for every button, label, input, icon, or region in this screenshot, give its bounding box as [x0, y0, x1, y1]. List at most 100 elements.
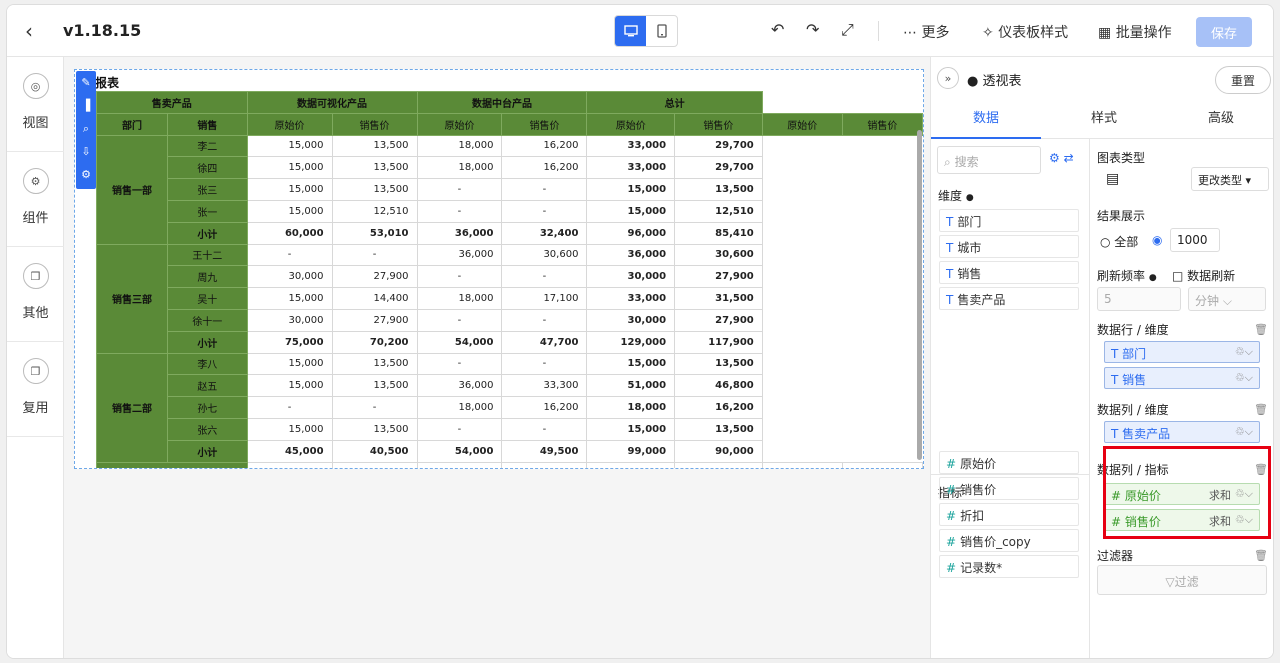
batch-ops-label: 批量操作 — [1115, 25, 1172, 41]
name-cell: 赵五 — [167, 374, 248, 398]
more-label: 更多 — [921, 25, 950, 41]
name-cell: 张六 — [167, 417, 248, 441]
value-cell: 30,000 — [246, 308, 333, 332]
grand-total-row: 总计 — [96, 461, 923, 468]
back-arrow-icon[interactable]: ‹ — [25, 19, 33, 43]
value-cell: 13,500 — [674, 417, 763, 441]
name-cell: 李八 — [167, 352, 248, 376]
result-count-input[interactable]: 1000 — [1170, 228, 1220, 252]
export-icon[interactable]: ⇩ — [76, 140, 96, 163]
name-cell: 徐四 — [167, 156, 248, 180]
filter-dropzone[interactable]: ▽过滤 — [1097, 565, 1267, 595]
header-row: 售卖产品 数据可视化产品 数据中台产品 总计 — [96, 91, 923, 114]
mobile-view-icon[interactable] — [646, 16, 677, 46]
sidebar-item-label: 组件 — [22, 211, 49, 226]
reset-button[interactable]: 重置 — [1215, 66, 1271, 94]
result-all-radio[interactable]: ○ 全部 — [1100, 233, 1138, 250]
search-icon: ⌕ — [944, 155, 951, 169]
undo-icon[interactable]: ↶ — [771, 20, 784, 39]
col-dim-pill[interactable]: T 售卖产品 ♲⌵ — [1104, 421, 1260, 443]
sidebar-item-other[interactable]: ❒ 其他 — [7, 247, 64, 342]
header-cell: 销售价 — [501, 112, 588, 136]
dimension-field[interactable]: T 销售 — [939, 261, 1079, 284]
data-refresh-checkbox[interactable]: □ 数据刷新 — [1172, 267, 1235, 284]
batch-ops-button[interactable]: ▦ 批量操作 — [1098, 22, 1172, 42]
measure-field[interactable]: # 记录数* — [939, 555, 1079, 578]
measure-field[interactable]: # 原始价 — [939, 451, 1079, 474]
field-search-input[interactable]: ⌕ 搜索 — [937, 146, 1041, 174]
value-cell — [841, 461, 923, 468]
value-cell: 16,200 — [501, 396, 588, 419]
value-cell: - — [501, 352, 588, 376]
zoom-icon[interactable]: ⌕ — [76, 117, 96, 140]
panel-title: ● 透视表 — [967, 70, 1022, 89]
change-type-select[interactable]: 更改类型 ▾ — [1191, 167, 1269, 191]
value-cell: 27,900 — [674, 308, 763, 332]
dashboard-canvas: 报表 ✎ ▐ ⌕ ⇩ ⚙ 售卖产品 数据可视化产品 数据中台产品 总计 部门 销售 原始价销… — [64, 57, 930, 658]
field-label: 销售价_copy — [960, 535, 1031, 549]
trash-icon[interactable]: 🗑 — [1254, 403, 1268, 416]
row-dim-pill[interactable]: T 销售 ♲⌵ — [1104, 367, 1260, 389]
table-row: 张六 15,000 13,500- -15,000 13,500 — [97, 417, 923, 441]
sidebar-item-view[interactable]: ◎ 视图 — [7, 57, 64, 152]
tab-data[interactable]: 数据 — [931, 99, 1041, 139]
value-cell: 75,000 — [246, 330, 333, 354]
pivot-widget[interactable]: 报表 ✎ ▐ ⌕ ⇩ ⚙ 售卖产品 数据可视化产品 数据中台产品 总计 部门 销售 原始价销… — [74, 69, 924, 469]
redo-icon[interactable]: ↷ — [806, 20, 819, 39]
refresh-value-input[interactable]: 5 — [1097, 287, 1181, 311]
result-count-radio[interactable]: ◉ — [1152, 233, 1162, 247]
pill-controls[interactable]: ♲⌵ — [1235, 345, 1253, 359]
row-dim-pill[interactable]: T 部门 ♲⌵ — [1104, 341, 1260, 363]
number-type-icon: # — [946, 561, 957, 575]
search-tools: ⚙ ⇄ — [1049, 151, 1074, 165]
value-cell: 46,800 — [674, 374, 763, 398]
trash-icon[interactable]: 🗑 — [1254, 549, 1268, 562]
trash-icon[interactable]: 🗑 — [1254, 323, 1268, 336]
dimension-field[interactable]: T 售卖产品 — [939, 287, 1079, 310]
desktop-view-icon[interactable] — [615, 16, 646, 46]
table-row: 销售二部 李八 15,000 13,500- -15,000 13,500 — [95, 352, 923, 463]
value-cell: 12,510 — [674, 199, 763, 223]
value-cell: 30,600 — [674, 243, 763, 267]
value-cell: 27,900 — [331, 308, 418, 332]
info-icon: ● — [965, 193, 974, 203]
sidebar-item-component[interactable]: ⚙ 组件 — [7, 152, 64, 247]
table-row: 销售三部 王十二 - -36,000 30,600 36,000 30,600 — [95, 243, 923, 354]
fullscreen-icon[interactable]: ⤢ — [841, 20, 854, 40]
collapse-icon[interactable]: » — [937, 67, 959, 89]
edit-icon[interactable]: ✎ — [76, 71, 96, 94]
name-cell: 小计 — [167, 221, 248, 245]
barcode-icon[interactable]: ▐ — [76, 94, 96, 117]
gear-icon[interactable]: ⚙ — [1049, 151, 1060, 165]
sidebar-item-reuse[interactable]: ❐ 复用 — [7, 342, 64, 437]
table-row: 小计 75,000 70,200 54,000 47,700 129,000 117,900 — [97, 330, 923, 354]
pill-controls[interactable]: ♲⌵ — [1235, 371, 1253, 385]
tab-style[interactable]: 样式 — [1049, 99, 1159, 139]
measure-field[interactable]: # 销售价_copy — [939, 529, 1079, 552]
swap-icon[interactable]: ⇄ — [1064, 151, 1074, 165]
filter-icon: ▽ — [1165, 575, 1175, 589]
tab-advanced[interactable]: 高级 — [1166, 99, 1273, 139]
col-dim-label: 数据列 / 维度 — [1097, 403, 1169, 417]
save-button[interactable]: 保存 — [1196, 17, 1252, 47]
table-scrollbar[interactable] — [917, 130, 922, 460]
row-dim-label: 数据行 / 维度 — [1097, 323, 1169, 337]
refresh-unit-select[interactable]: 分钟 ⌵ — [1188, 287, 1266, 311]
value-cell: 27,900 — [331, 265, 418, 289]
value-cell: 13,500 — [331, 134, 418, 158]
value-cell: 60,000 — [246, 221, 333, 245]
value-cell: 51,000 — [586, 374, 676, 398]
value-cell — [246, 461, 333, 468]
dashboard-style-button[interactable]: ✧ 仪表板样式 — [982, 22, 1068, 42]
value-cell: 32,400 — [501, 221, 588, 245]
dimension-field[interactable]: T 城市 — [939, 235, 1079, 258]
dimension-field[interactable]: T 部门 — [939, 209, 1079, 232]
pill-controls[interactable]: ♲⌵ — [1235, 425, 1253, 439]
settings-icon[interactable]: ⚙ — [76, 163, 96, 186]
measure-field[interactable]: # 销售价 — [939, 477, 1079, 500]
more-menu[interactable]: ⋯ 更多 — [903, 22, 949, 42]
value-cell: 16,200 — [501, 134, 588, 158]
value-cell: 54,000 — [416, 330, 503, 354]
measure-field[interactable]: # 折扣 — [939, 503, 1079, 526]
value-cell: 15,000 — [246, 134, 333, 158]
